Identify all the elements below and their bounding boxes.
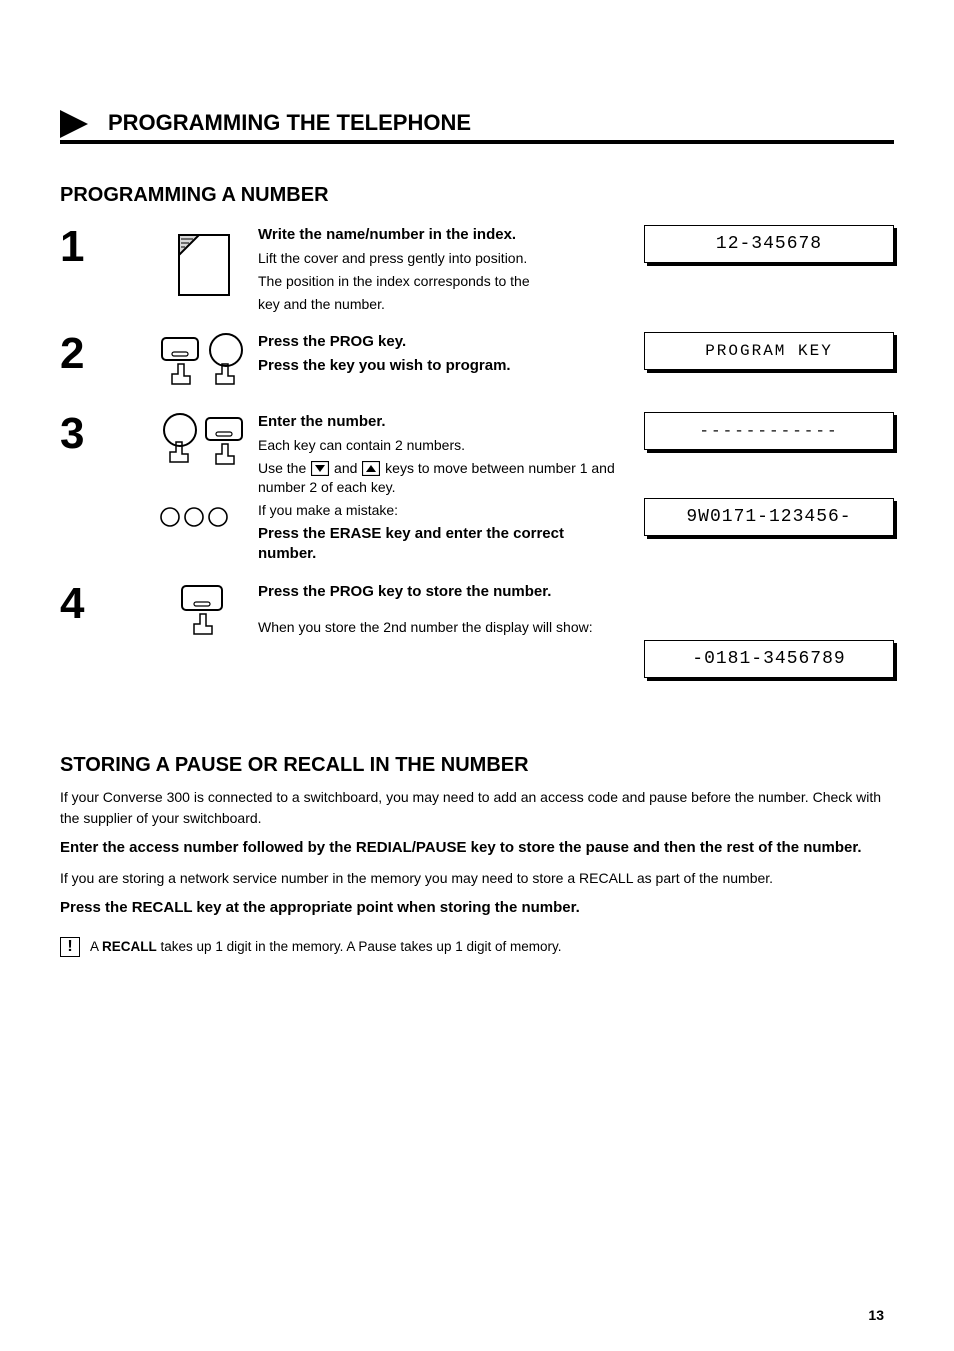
step-text: Use the and keys to move between number …	[258, 459, 624, 497]
step-4: 4 Press the PROG key to store the number…	[60, 582, 894, 704]
lcd-display: 9W0171-123456-	[644, 498, 894, 536]
down-arrow-key-icon	[311, 461, 329, 476]
press-round-and-rect-key-icon	[158, 461, 250, 478]
up-arrow-key-icon	[362, 461, 380, 476]
press-rect-key-icon	[150, 582, 258, 640]
header-title: PROGRAMMING THE TELEPHONE	[108, 110, 894, 138]
step-2: 2 Press the PROG key. Press the key you …	[60, 332, 894, 398]
step-number: 2	[60, 332, 150, 376]
paragraph: If you are storing a network service num…	[60, 868, 894, 889]
lcd-display: -0181-3456789	[644, 640, 894, 678]
lcd-display: ------------	[644, 412, 894, 450]
step-text: key and the number.	[258, 295, 624, 314]
step-text: Press the key you wish to program.	[258, 356, 624, 376]
step-3: 3	[60, 412, 894, 568]
press-prog-key-icon	[150, 332, 258, 398]
step-text: Press the ERASE key and enter the correc…	[258, 524, 624, 565]
paragraph: Press the RECALL key at the appropriate …	[60, 897, 894, 920]
section-title: PROGRAMMING A NUMBER	[60, 184, 894, 207]
index-card-icon	[150, 225, 258, 305]
step-text: Press the PROG key.	[258, 332, 624, 352]
note-text: A RECALL takes up 1 digit in the memory.…	[90, 937, 562, 957]
step-1: 1 Write the name/number in the index. Li…	[60, 225, 894, 318]
play-triangle-icon	[60, 110, 90, 138]
step-text: Press the PROG key to store the number.	[258, 582, 624, 602]
step-text: Lift the cover and press gently into pos…	[258, 249, 624, 268]
three-round-keys-icon	[158, 516, 230, 533]
step-text: Write the name/number in the index.	[258, 225, 624, 245]
attention-icon: !	[60, 937, 80, 957]
step-number: 4	[60, 582, 150, 626]
step-text: Enter the number.	[258, 412, 624, 432]
page-number: 13	[868, 1307, 884, 1323]
step-text: Each key can contain 2 numbers.	[258, 436, 624, 455]
note: ! A RECALL takes up 1 digit in the memor…	[60, 937, 894, 957]
step-number: 1	[60, 225, 150, 269]
step-sublabel: When you store the 2nd number the displa…	[258, 618, 624, 637]
step-text: If you make a mistake:	[258, 501, 624, 520]
step-text: The position in the index corresponds to…	[258, 272, 624, 291]
step-number: 3	[60, 412, 150, 456]
section-header: PROGRAMMING THE TELEPHONE	[60, 110, 894, 144]
subsection-title: STORING A PAUSE OR RECALL IN THE NUMBER	[60, 754, 894, 777]
paragraph: Enter the access number followed by the …	[60, 837, 894, 860]
lcd-display: 12-345678	[644, 225, 894, 263]
paragraph: If your Converse 300 is connected to a s…	[60, 787, 894, 829]
lcd-display: PROGRAM KEY	[644, 332, 894, 370]
